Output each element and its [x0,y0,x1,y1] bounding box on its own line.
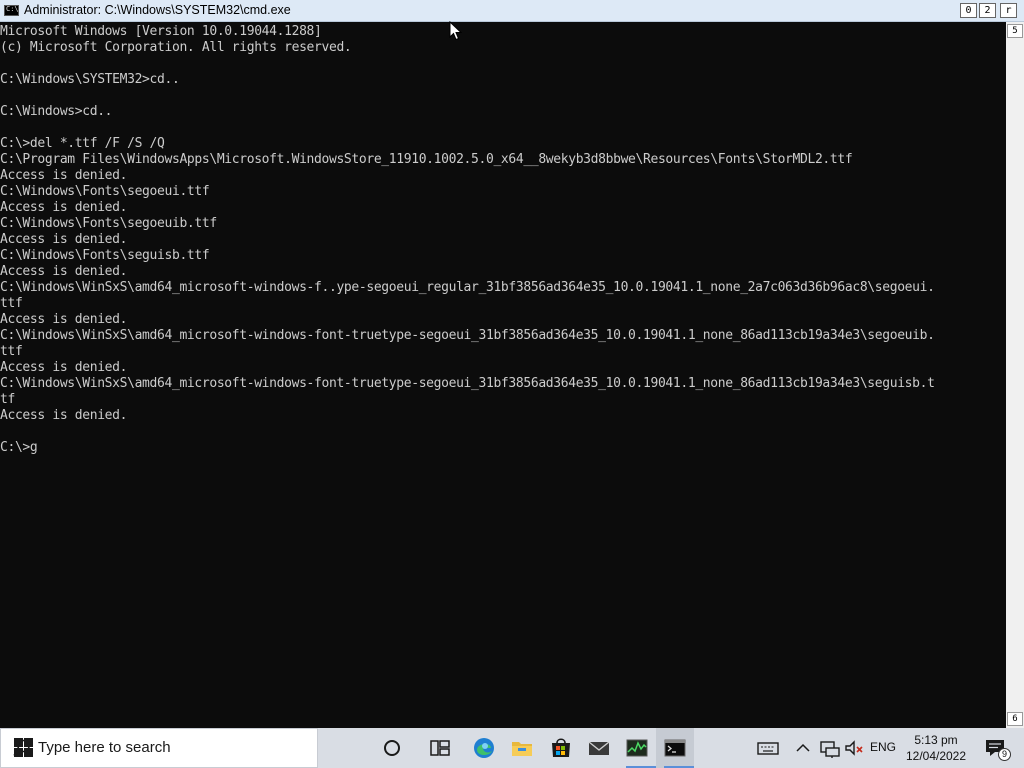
close-button[interactable]: r [1000,3,1017,18]
clock-date: 12/04/2022 [905,749,967,763]
window-title: Administrator: C:\Windows\SYSTEM32\cmd.e… [24,3,291,17]
taskbar-clock[interactable]: 5:13 pm 12/04/2022 [902,732,970,764]
console-area[interactable]: Microsoft Windows [Version 10.0.19044.12… [0,22,1006,728]
taskbar-cmd[interactable] [656,728,694,768]
cmd-icon [664,739,686,757]
minimize-button[interactable]: 0 [960,3,977,18]
clock-time: 5:13 pm [914,733,958,747]
chevron-up-icon[interactable] [794,736,812,760]
file-explorer-icon[interactable] [510,736,534,760]
notification-count-badge: 9 [998,748,1011,761]
scroll-up-button[interactable]: 5 [1007,24,1023,38]
vertical-scrollbar[interactable]: 5 6 [1006,22,1024,728]
task-view-icon[interactable] [428,736,452,760]
edge-icon[interactable] [472,736,496,760]
volume-muted-icon[interactable] [843,736,865,760]
taskbar-resource-monitor[interactable] [618,728,656,768]
mail-icon[interactable] [587,736,611,760]
network-icon[interactable] [818,736,840,760]
search-icon [13,739,30,757]
maximize-button[interactable]: 2 [979,3,996,18]
window-titlebar[interactable]: Administrator: C:\Windows\SYSTEM32\cmd.e… [0,0,1024,22]
mouse-cursor-icon [449,21,463,41]
resource-monitor-icon [626,739,648,757]
store-icon[interactable] [549,736,573,760]
console-output: Microsoft Windows [Version 10.0.19044.12… [0,24,935,455]
touch-keyboard-icon[interactable] [756,736,780,760]
taskbar: Type here to search ENG 5:13 pm 12/04/20… [0,728,1024,768]
notification-center[interactable]: 9 [980,728,1011,768]
scroll-down-button[interactable]: 6 [1007,712,1023,726]
input-language[interactable]: ENG [870,740,896,754]
search-placeholder: Type here to search [38,739,171,756]
cmd-app-icon[interactable] [4,5,19,16]
cortana-icon[interactable] [380,736,404,760]
